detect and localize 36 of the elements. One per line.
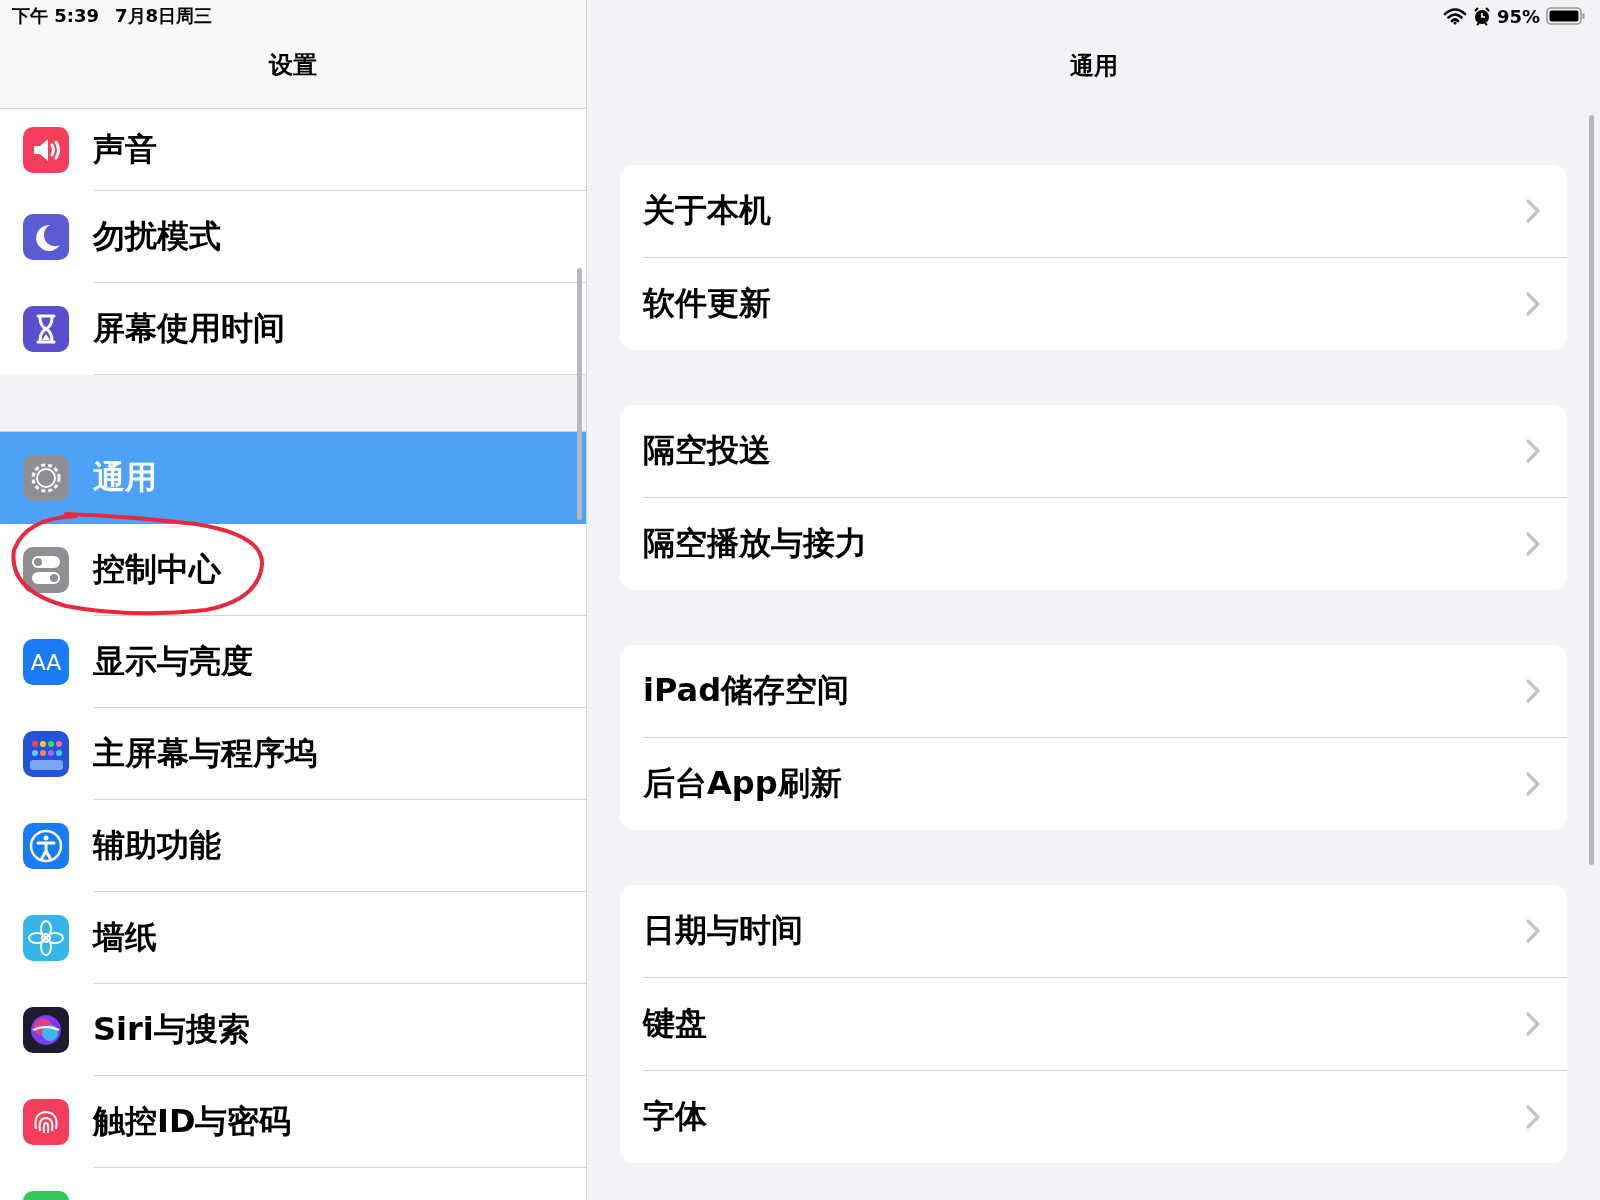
sidebar-item[interactable]: 触控ID与密码 (0, 1076, 586, 1168)
chevron-icon (1525, 531, 1541, 557)
sidebar-item[interactable]: 主屏幕与程序坞 (0, 708, 586, 800)
wifi-icon (1442, 7, 1467, 25)
sidebar-title: 设置 (269, 50, 317, 81)
alarm-clock-icon (1472, 6, 1491, 26)
sidebar-item[interactable]: AA 显示与亮度 (0, 616, 586, 708)
settings-row[interactable]: 软件更新 (643, 257, 1567, 350)
status-date: 7月8日周三 (115, 4, 213, 28)
chevron-icon (1525, 678, 1541, 704)
chevron-icon (1525, 1011, 1541, 1037)
settings-row[interactable]: 字体 (643, 1070, 1567, 1163)
sidebar-item[interactable]: 声音 (0, 109, 586, 191)
chevron-icon (1525, 918, 1541, 944)
chevron-icon (1525, 438, 1541, 464)
chevron-icon (1525, 771, 1541, 797)
sidebar-item[interactable]: 辅助功能 (0, 800, 586, 892)
settings-row[interactable]: 日期与时间 (620, 885, 1567, 977)
sidebar-item[interactable]: 控制中心 (0, 524, 586, 616)
chevron-icon (1525, 198, 1541, 224)
chevron-icon (1525, 291, 1541, 317)
settings-row[interactable]: iPad储存空间 (620, 645, 1567, 737)
text-size-icon: AA (23, 639, 69, 685)
battery-percentage: 95% (1496, 5, 1540, 27)
status-time: 下午 5:39 (12, 4, 100, 28)
settings-row[interactable]: 键盘 (643, 977, 1567, 1070)
settings-row[interactable]: 隔空投送 (620, 405, 1567, 497)
settings-row[interactable]: 后台App刷新 (643, 737, 1567, 830)
battery-icon (1546, 6, 1586, 26)
chevron-icon (1525, 1104, 1541, 1130)
settings-row[interactable]: 关于本机 (620, 165, 1567, 257)
sidebar-item[interactable]: 勿扰模式 (0, 191, 586, 283)
sidebar-item[interactable]: 墙纸 (0, 892, 586, 984)
settings-row[interactable]: 隔空播放与接力 (643, 497, 1567, 590)
page-title: 通用 (1069, 50, 1118, 82)
sidebar-item[interactable]: Siri与搜索 (0, 984, 586, 1076)
